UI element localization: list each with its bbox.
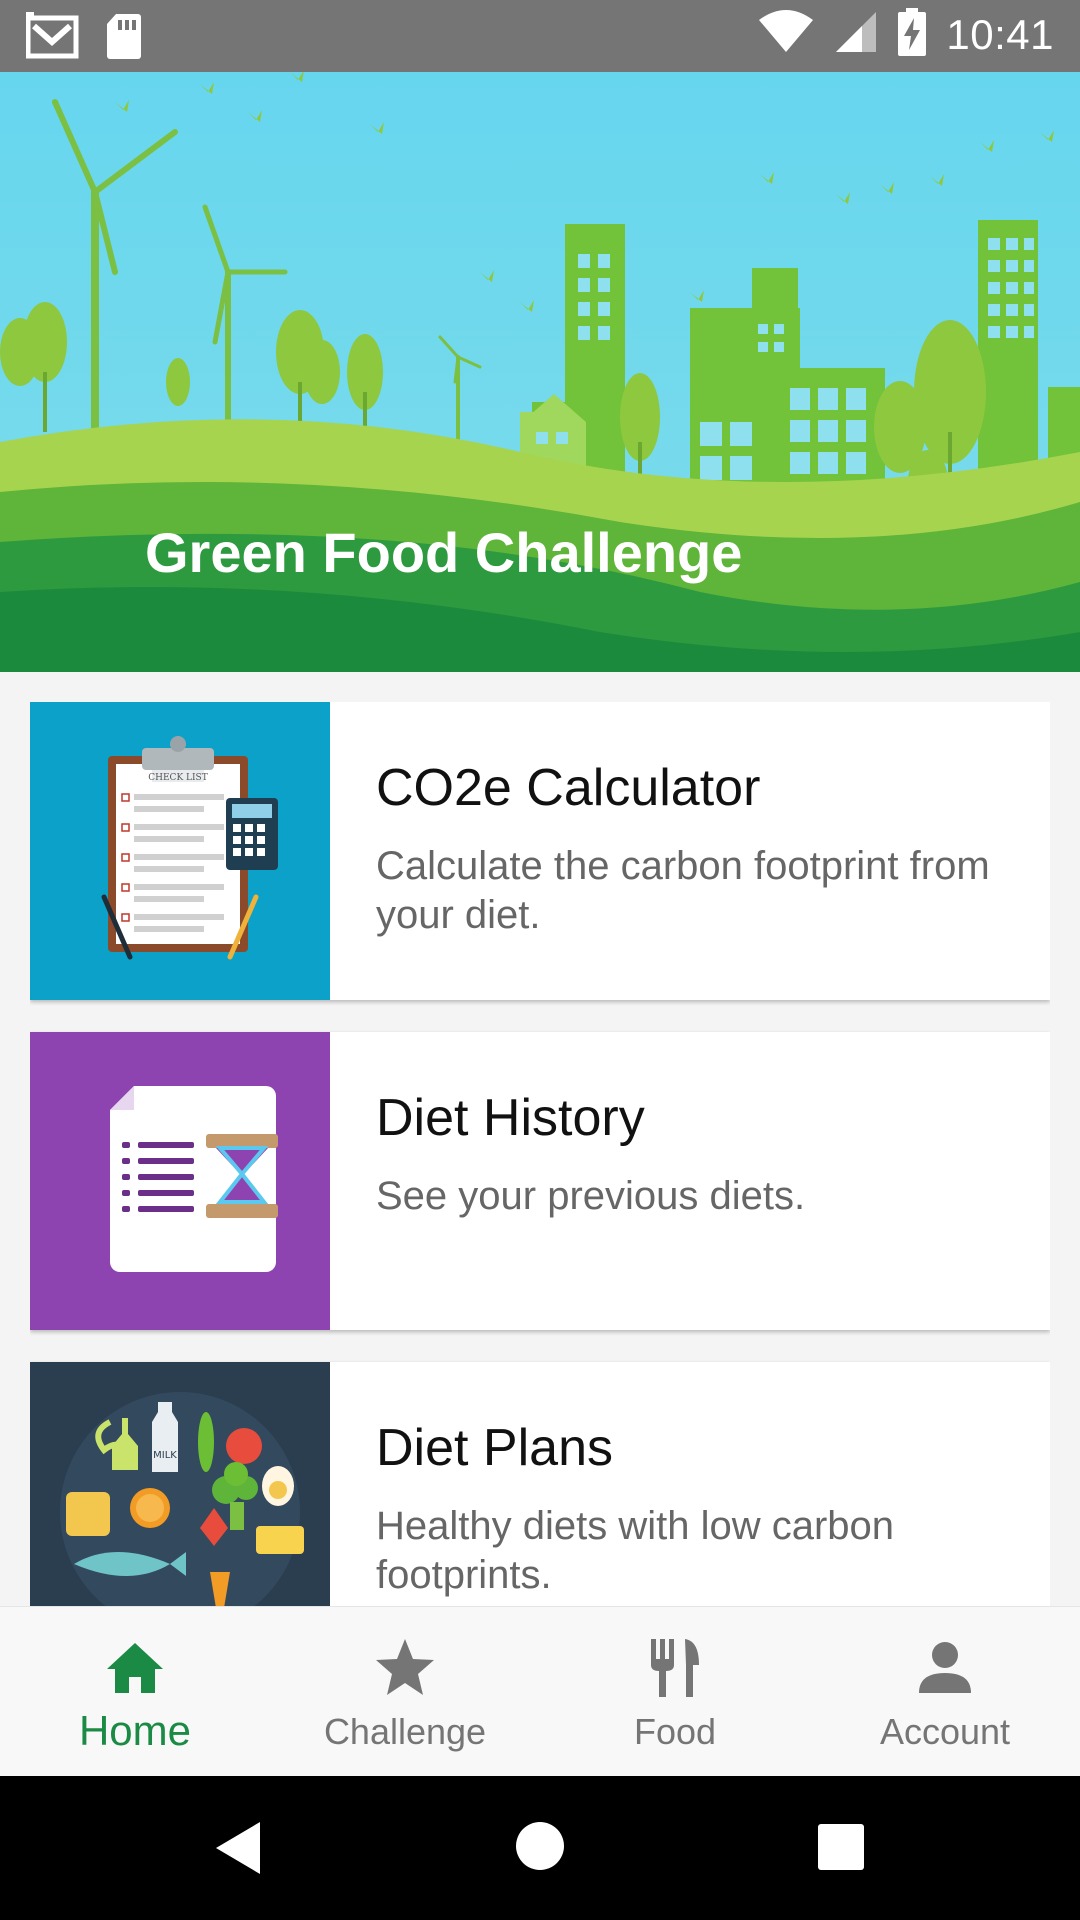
checklist-label: CHECK LIST [148, 773, 207, 783]
hero-banner: Green Food Challenge [0, 72, 1080, 672]
bottom-navigation: Home Challenge Food Account [0, 1606, 1080, 1777]
nav-label: Challenge [323, 1711, 487, 1752]
recents-icon[interactable] [818, 1824, 864, 1875]
card-description: Calculate the carbon footprint from your… [376, 844, 990, 937]
card-title: Diet History [376, 1089, 645, 1147]
nav-item-food[interactable]: Food [540, 1607, 810, 1777]
card-description: See your previous diets. [376, 1174, 806, 1218]
nav-item-challenge[interactable]: Challenge [270, 1607, 540, 1777]
food-assortment-icon: MILK [30, 1362, 330, 1606]
hero-title: Green Food Challenge [145, 521, 743, 584]
checklist-calculator-icon: CHECK LIST [30, 702, 330, 1000]
document-hourglass-icon [30, 1032, 330, 1330]
wifi-icon [758, 10, 814, 59]
card-title: Diet Plans [376, 1419, 613, 1477]
card-title: CO2e Calculator [376, 759, 761, 817]
signal-icon [834, 10, 878, 59]
system-navigation-bar [0, 1776, 1080, 1920]
home-icon [105, 1637, 165, 1697]
feature-card-list: CHECK LIST CO2e Calculator Calculate the… [30, 702, 1050, 1606]
nav-label: Food [633, 1711, 717, 1752]
star-icon [375, 1637, 435, 1697]
fork-knife-icon [645, 1637, 705, 1697]
home-circle-icon[interactable] [514, 1820, 566, 1877]
sd-card-icon [106, 12, 142, 65]
back-icon[interactable] [214, 1820, 264, 1881]
status-bar: 10:41 [0, 0, 1080, 72]
milk-label: MILK [153, 1450, 177, 1461]
nav-label: Home [78, 1707, 192, 1754]
nav-item-home[interactable]: Home [0, 1607, 270, 1777]
battery-charging-icon [898, 8, 927, 61]
nav-label: Account [879, 1711, 1011, 1752]
person-icon [915, 1637, 975, 1697]
diet-history-card[interactable]: Diet History See your previous diets. [30, 1032, 1050, 1330]
diet-plans-card[interactable]: MILK Diet Plans Healthy diets with low c… [30, 1362, 1050, 1606]
gmail-icon [25, 12, 80, 65]
clock: 10:41 [946, 10, 1054, 58]
card-description: Healthy diets with low carbon footprints… [376, 1504, 895, 1597]
nav-item-account[interactable]: Account [810, 1607, 1080, 1777]
co2e-calculator-card[interactable]: CHECK LIST CO2e Calculator Calculate the… [30, 702, 1050, 1000]
